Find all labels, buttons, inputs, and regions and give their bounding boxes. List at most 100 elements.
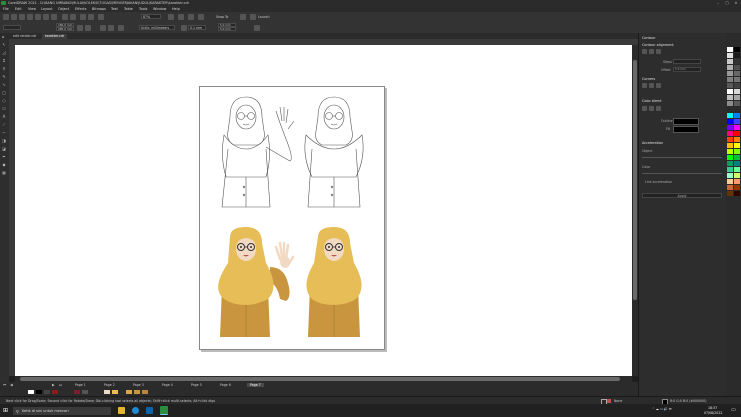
close-icon[interactable]: ✕ <box>733 1 739 5</box>
menu-window[interactable]: Window <box>153 7 166 11</box>
coreldraw-taskbar-icon[interactable] <box>160 406 168 415</box>
outline-color-picker[interactable] <box>673 118 699 125</box>
palette-swatch[interactable] <box>142 390 148 394</box>
palette-swatch[interactable] <box>734 59 740 64</box>
palette-swatch[interactable] <box>734 113 740 118</box>
launch-dropdown[interactable]: Launch <box>258 15 270 19</box>
link-acceleration-checkbox[interactable]: Link acceleration <box>645 180 672 184</box>
palette-swatch[interactable] <box>734 53 740 58</box>
units-dropdown[interactable]: Units: millimeters <box>139 25 175 30</box>
guidelines-icon[interactable] <box>198 14 204 20</box>
palette-swatch[interactable] <box>727 101 733 106</box>
palette-swatch[interactable] <box>727 143 733 148</box>
rulers-icon[interactable] <box>178 14 184 20</box>
page-tab-3[interactable]: Page 3 <box>133 383 144 387</box>
page-size-dropdown[interactable] <box>3 25 21 30</box>
clock-date[interactable]: 07/08/2022 <box>704 411 722 415</box>
palette-swatch[interactable] <box>52 390 58 394</box>
palette-swatch[interactable] <box>734 119 740 124</box>
palette-swatch[interactable] <box>727 125 733 130</box>
palette-swatch[interactable] <box>727 119 733 124</box>
snap-to-dropdown[interactable]: Snap To <box>216 15 228 19</box>
palette-swatch[interactable] <box>727 59 733 64</box>
first-page-icon[interactable]: ⏮ <box>3 383 6 387</box>
page-height-field[interactable]: 285.0 mm <box>56 27 74 31</box>
menu-tools[interactable]: Tools <box>139 7 147 11</box>
menu-text[interactable]: Text <box>111 7 118 11</box>
export-icon[interactable] <box>88 14 94 20</box>
cut-icon[interactable] <box>35 14 41 20</box>
palette-swatch[interactable] <box>734 179 740 184</box>
steps-field[interactable] <box>673 59 701 64</box>
palette-swatch[interactable] <box>727 149 733 154</box>
current-page-icon[interactable] <box>108 25 114 31</box>
menu-help[interactable]: Help <box>172 7 180 11</box>
offset-field[interactable]: 1.0 mm <box>673 67 701 72</box>
windows-start-icon[interactable]: ⊞ <box>3 407 10 414</box>
palette-swatch[interactable] <box>74 390 80 394</box>
launch-icon[interactable] <box>250 14 256 20</box>
palette-swatch[interactable] <box>734 173 740 178</box>
palette-swatch[interactable] <box>734 101 740 106</box>
palette-swatch[interactable] <box>28 390 34 394</box>
palette-swatch[interactable] <box>727 113 733 118</box>
palette-swatch[interactable] <box>727 179 733 184</box>
edge-browser-icon[interactable] <box>132 407 139 414</box>
palette-swatch[interactable] <box>36 390 42 394</box>
palette-swatch[interactable] <box>734 125 740 130</box>
transparency-tool-icon[interactable]: ◪ <box>1 146 7 151</box>
palette-swatch[interactable] <box>104 390 110 394</box>
palette-swatch[interactable] <box>727 95 733 100</box>
palette-swatch[interactable] <box>727 53 733 58</box>
palette-swatch[interactable] <box>734 77 740 82</box>
last-page-icon[interactable]: ⏭ <box>59 383 62 387</box>
page-tab-4[interactable]: Page 4 <box>162 383 173 387</box>
copy-icon[interactable] <box>43 14 49 20</box>
grid-icon[interactable] <box>188 14 194 20</box>
apply-button[interactable]: Apply <box>642 193 722 198</box>
document-page[interactable] <box>199 86 385 350</box>
zoom-tool-icon[interactable]: ⚲ <box>1 66 7 71</box>
taskbar-search-box[interactable]: Ketik di sini untuk mencari <box>13 407 111 415</box>
palette-swatch[interactable] <box>44 390 50 394</box>
palette-swatch[interactable] <box>126 390 132 394</box>
system-tray-icons[interactable]: ⌃ ☁ ▭ 🔊 ✉ <box>652 407 672 411</box>
palette-swatch[interactable] <box>734 155 740 160</box>
polygon-tool-icon[interactable]: ⬠ <box>1 106 7 111</box>
crop-tool-icon[interactable]: ⌗ <box>1 58 7 63</box>
clockwise-blend-icon[interactable] <box>649 106 654 111</box>
contour-outside-icon[interactable] <box>656 49 661 54</box>
print-icon[interactable] <box>27 14 33 20</box>
menu-object[interactable]: Object <box>58 7 69 11</box>
duplicate-distance-y-field[interactable]: 5.0 mm <box>218 27 236 31</box>
palette-swatch[interactable] <box>734 185 740 190</box>
palette-swatch[interactable] <box>727 137 733 142</box>
palette-swatch[interactable] <box>727 65 733 70</box>
palette-swatch[interactable] <box>734 191 740 196</box>
palette-swatch[interactable] <box>734 149 740 154</box>
palette-swatch[interactable] <box>734 161 740 166</box>
nudge-distance-field[interactable]: 0.1 mm <box>188 25 206 30</box>
edit-tool-icon[interactable] <box>254 25 260 31</box>
palette-swatch[interactable] <box>727 191 733 196</box>
menu-layout[interactable]: Layout <box>41 7 53 11</box>
color-eyedropper-tool-icon[interactable]: ✒ <box>1 154 7 159</box>
palette-swatch[interactable] <box>727 173 733 178</box>
store-icon[interactable] <box>146 407 153 414</box>
color-acceleration-slider[interactable] <box>642 173 722 174</box>
drop-shadow-tool-icon[interactable]: ◨ <box>1 138 7 143</box>
new-document-icon[interactable] <box>3 14 9 20</box>
shape-tool-icon[interactable]: ◿ <box>1 50 7 55</box>
contour-center-icon[interactable] <box>642 49 647 54</box>
palette-swatch[interactable] <box>734 143 740 148</box>
parallel-dimension-tool-icon[interactable]: ⟋ <box>1 122 7 127</box>
artistic-media-tool-icon[interactable]: ∿ <box>1 82 7 87</box>
landscape-icon[interactable] <box>85 25 91 31</box>
portrait-icon[interactable] <box>77 25 83 31</box>
palette-swatch[interactable] <box>727 167 733 172</box>
next-page-icon[interactable]: ▶ <box>52 383 55 387</box>
counterclockwise-blend-icon[interactable] <box>656 106 661 111</box>
palette-swatch[interactable] <box>727 131 733 136</box>
page-tab-5[interactable]: Page 5 <box>191 383 202 387</box>
palette-swatch[interactable] <box>134 390 140 394</box>
